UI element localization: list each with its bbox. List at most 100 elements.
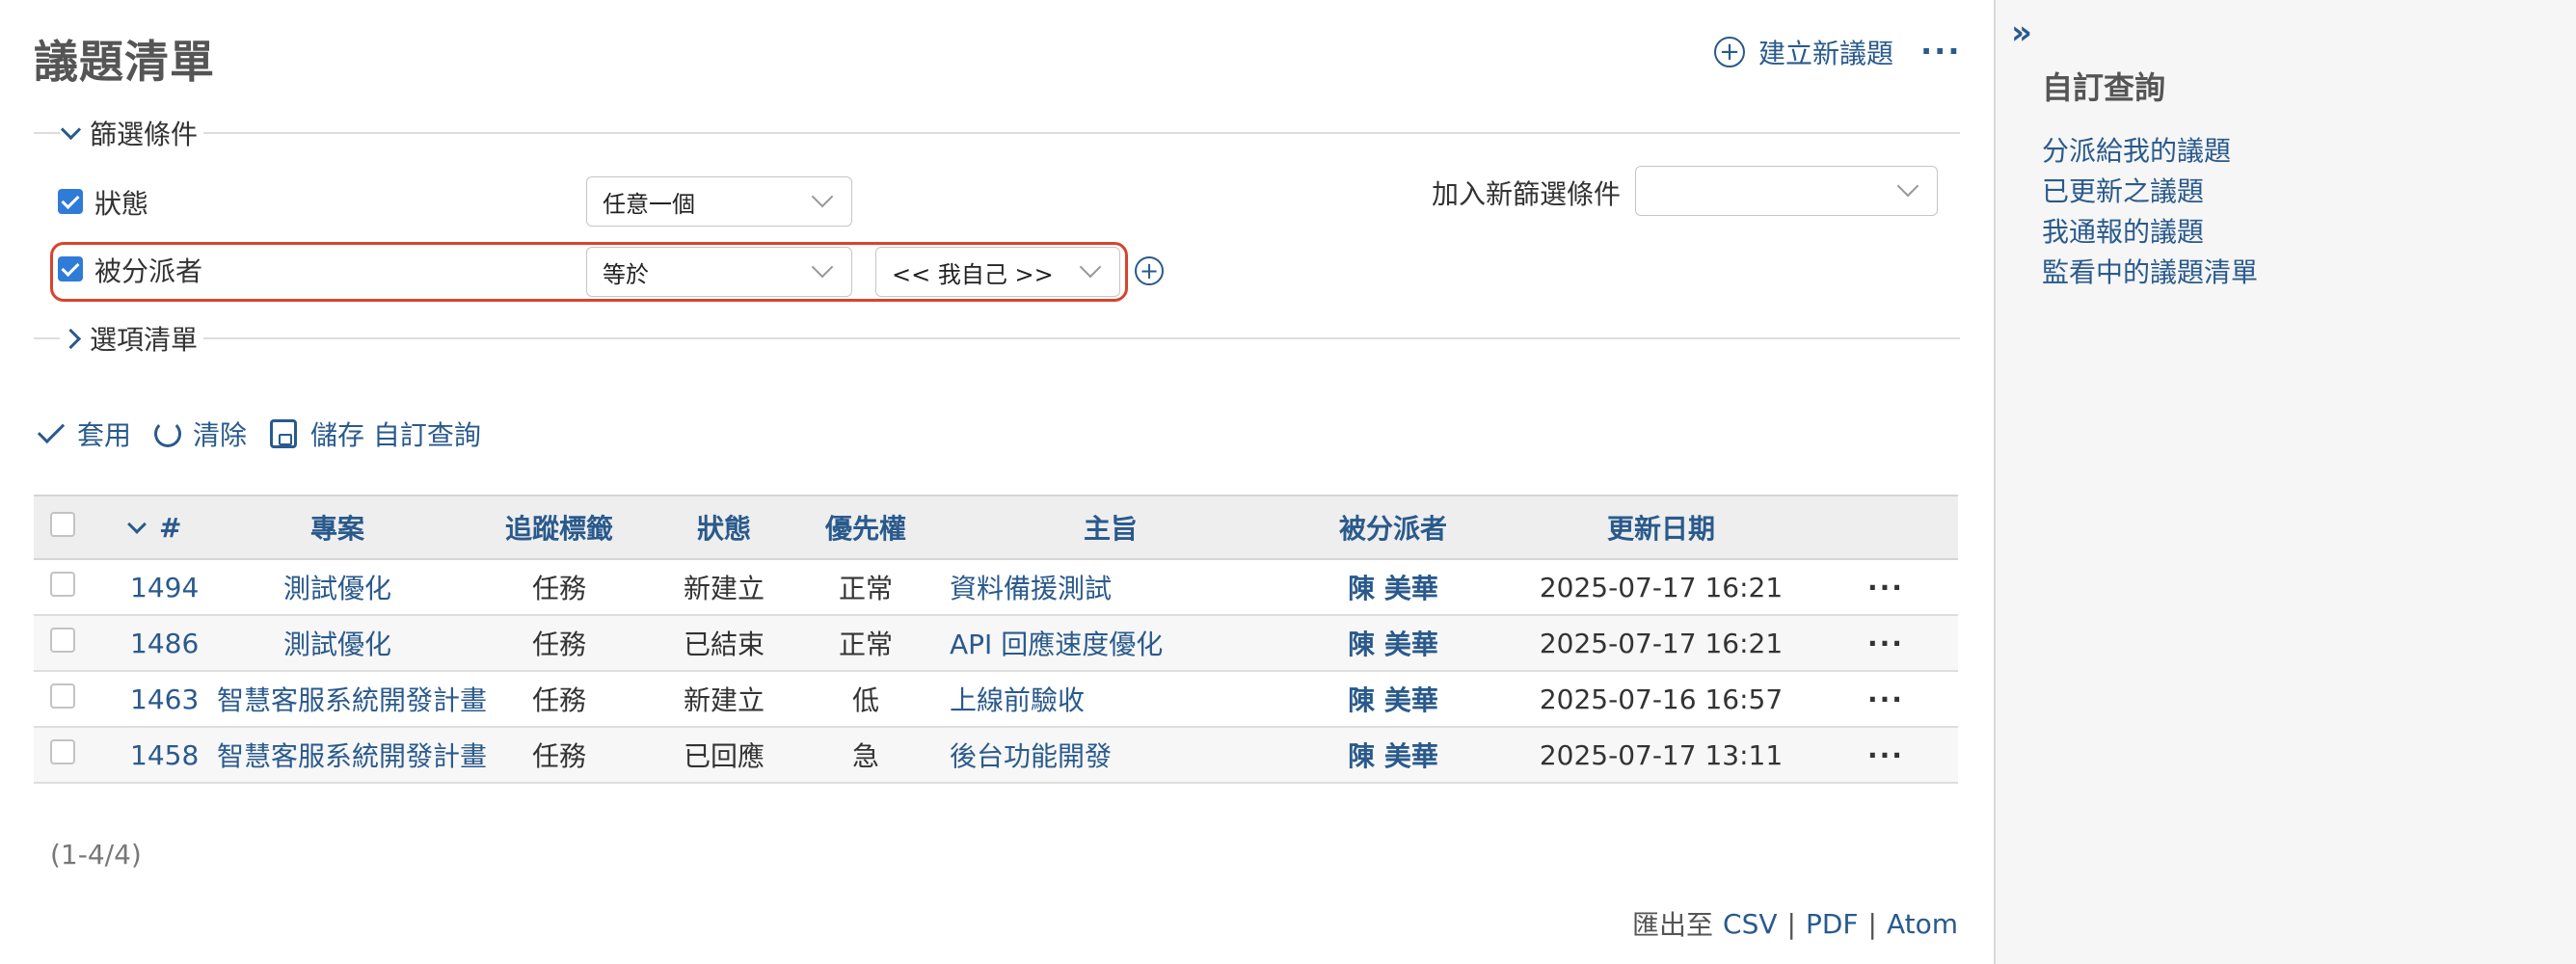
project-link[interactable]: 智慧客服系統開發計畫 [217, 671, 487, 728]
priority-cell: 低 [788, 671, 944, 728]
export-csv-link[interactable]: CSV [1723, 908, 1777, 940]
select-all-cell [34, 495, 92, 560]
column-header-project[interactable]: 專案 [217, 495, 458, 560]
table-row: 1458 智慧客服系統開發計畫 任務 已回應 急 後台功能開發 陳 美華 202… [34, 727, 1958, 784]
updated-cell: 2025-07-17 13:11 [1509, 727, 1813, 784]
assignee-filter-label: 被分派者 [94, 255, 203, 287]
assignee-filter-checkbox[interactable] [58, 256, 83, 281]
chevron-down-icon [811, 255, 834, 279]
tracker-cell: 任務 [458, 727, 660, 784]
column-header-subject[interactable]: 主旨 [944, 495, 1277, 560]
updated-cell: 2025-07-17 16:21 [1509, 615, 1813, 672]
pagination-info: (1-4/4) [50, 839, 142, 870]
apply-button[interactable]: 套用 [37, 415, 131, 453]
row-checkbox[interactable] [50, 683, 75, 709]
select-all-checkbox[interactable] [50, 511, 75, 537]
assignee-value-select[interactable]: << 我自己 >> [875, 247, 1120, 297]
row-more-button[interactable]: ··· [1813, 727, 1958, 784]
filters-legend: 篩選條件 [90, 119, 199, 150]
column-header-tracker[interactable]: 追蹤標籤 [458, 495, 660, 560]
sidebar: » 自訂查詢 分派給我的議題 已更新之議題 我通報的議題 監看中的議題清單 [1994, 0, 2576, 964]
status-filter-checkbox[interactable] [58, 189, 83, 214]
assignee-link[interactable]: 陳 美華 [1277, 559, 1509, 616]
query-actions: 套用 清除 儲存 自訂查詢 [37, 415, 504, 453]
status-cell: 新建立 [660, 559, 788, 616]
export-links: 匯出至 CSV | PDF | Atom [1632, 904, 1958, 943]
column-header-priority[interactable]: 優先權 [788, 495, 944, 560]
sidebar-title: 自訂查詢 [2042, 69, 2166, 106]
sidebar-item-reported-by-me[interactable]: 我通報的議題 [2042, 212, 2258, 253]
column-header-assignee[interactable]: 被分派者 [1277, 495, 1509, 560]
save-label: 儲存 自訂查詢 [310, 419, 481, 451]
issue-id-link[interactable]: 1494 [92, 559, 217, 616]
issues-table: # 專案 追蹤標籤 狀態 優先權 主旨 被分派者 更新日期 1494 測試優化 … [34, 495, 1958, 784]
status-cell: 新建立 [660, 671, 788, 728]
status-operator-value: 任意一個 [603, 190, 695, 218]
export-pdf-link[interactable]: PDF [1806, 908, 1859, 940]
chevron-down-icon [811, 185, 834, 208]
row-checkbox[interactable] [50, 738, 75, 764]
clear-button[interactable]: 清除 [154, 415, 247, 453]
project-link[interactable]: 測試優化 [217, 615, 458, 672]
tracker-cell: 任務 [458, 559, 660, 616]
new-issue-button[interactable]: + 建立新議題 [1714, 35, 1893, 69]
project-link[interactable]: 智慧客服系統開發計畫 [217, 727, 487, 784]
project-link[interactable]: 測試優化 [217, 559, 458, 616]
check-icon [37, 415, 66, 444]
table-row: 1486 測試優化 任務 已結束 正常 API 回應速度優化 陳 美華 2025… [34, 615, 1958, 672]
row-select-cell [34, 671, 92, 728]
filters-toggle[interactable]: 篩選條件 [60, 114, 204, 152]
save-query-button[interactable]: 儲存 自訂查詢 [270, 415, 481, 453]
assignee-link[interactable]: 陳 美華 [1277, 727, 1509, 784]
filters-divider [34, 132, 1960, 134]
assignee-operator-select[interactable]: 等於 [586, 247, 852, 297]
tracker-cell: 任務 [458, 671, 660, 728]
issue-id-link[interactable]: 1458 [92, 727, 217, 784]
reload-icon [154, 420, 182, 447]
subject-link[interactable]: 上線前驗收 [944, 671, 1277, 728]
main-content: 議題清單 + 建立新議題 ··· 篩選條件 狀態 任意一個 加入新篩選條件 被分… [0, 0, 1994, 964]
table-row: 1494 測試優化 任務 新建立 正常 資料備援測試 陳 美華 2025-07-… [34, 559, 1958, 616]
assignee-link[interactable]: 陳 美華 [1277, 671, 1509, 728]
more-menu-button[interactable]: ··· [1920, 33, 1961, 69]
sidebar-item-updated-issues[interactable]: 已更新之議題 [2042, 172, 2258, 212]
assignee-operator-value: 等於 [603, 260, 649, 288]
table-row: 1463 智慧客服系統開發計畫 任務 新建立 低 上線前驗收 陳 美華 2025… [34, 671, 1958, 728]
add-filter-label: 加入新篩選條件 [1432, 178, 1622, 210]
options-legend: 選項清單 [90, 324, 199, 356]
issue-id-link[interactable]: 1486 [92, 615, 217, 672]
new-issue-label: 建立新議題 [1758, 38, 1894, 69]
row-select-cell [34, 615, 92, 672]
add-filter-select[interactable] [1635, 166, 1938, 216]
column-header-id[interactable]: # [92, 495, 217, 560]
save-icon [270, 419, 298, 448]
sidebar-item-assigned-to-me[interactable]: 分派給我的議題 [2042, 131, 2258, 172]
row-more-button[interactable]: ··· [1813, 671, 1958, 728]
updated-cell: 2025-07-16 16:57 [1509, 671, 1813, 728]
row-checkbox[interactable] [50, 571, 75, 597]
priority-cell: 急 [788, 727, 944, 784]
status-operator-select[interactable]: 任意一個 [586, 176, 852, 227]
subject-link[interactable]: 資料備援測試 [944, 559, 1277, 616]
column-header-status[interactable]: 狀態 [660, 495, 788, 560]
subject-link[interactable]: API 回應速度優化 [944, 615, 1277, 672]
row-checkbox[interactable] [50, 627, 75, 653]
sidebar-item-watched-issues[interactable]: 監看中的議題清單 [2042, 253, 2258, 293]
sidebar-toggle-icon[interactable]: » [2011, 13, 2032, 52]
status-filter-label: 狀態 [94, 188, 149, 220]
row-select-cell [34, 559, 92, 616]
apply-label: 套用 [77, 419, 132, 451]
add-value-button[interactable]: + [1135, 256, 1164, 285]
export-atom-link[interactable]: Atom [1887, 908, 1958, 940]
row-more-button[interactable]: ··· [1813, 559, 1958, 616]
subject-link[interactable]: 後台功能開發 [944, 727, 1277, 784]
options-toggle[interactable]: 選項清單 [60, 319, 204, 358]
row-more-button[interactable]: ··· [1813, 615, 1958, 672]
assignee-link[interactable]: 陳 美華 [1277, 615, 1509, 672]
priority-cell: 正常 [788, 615, 944, 672]
page-title: 議題清單 [34, 36, 215, 88]
assignee-value: << 我自己 >> [892, 260, 1054, 288]
issue-id-link[interactable]: 1463 [92, 671, 217, 728]
column-header-updated[interactable]: 更新日期 [1509, 495, 1813, 560]
saved-queries-list: 分派給我的議題 已更新之議題 我通報的議題 監看中的議題清單 [2042, 131, 2258, 293]
